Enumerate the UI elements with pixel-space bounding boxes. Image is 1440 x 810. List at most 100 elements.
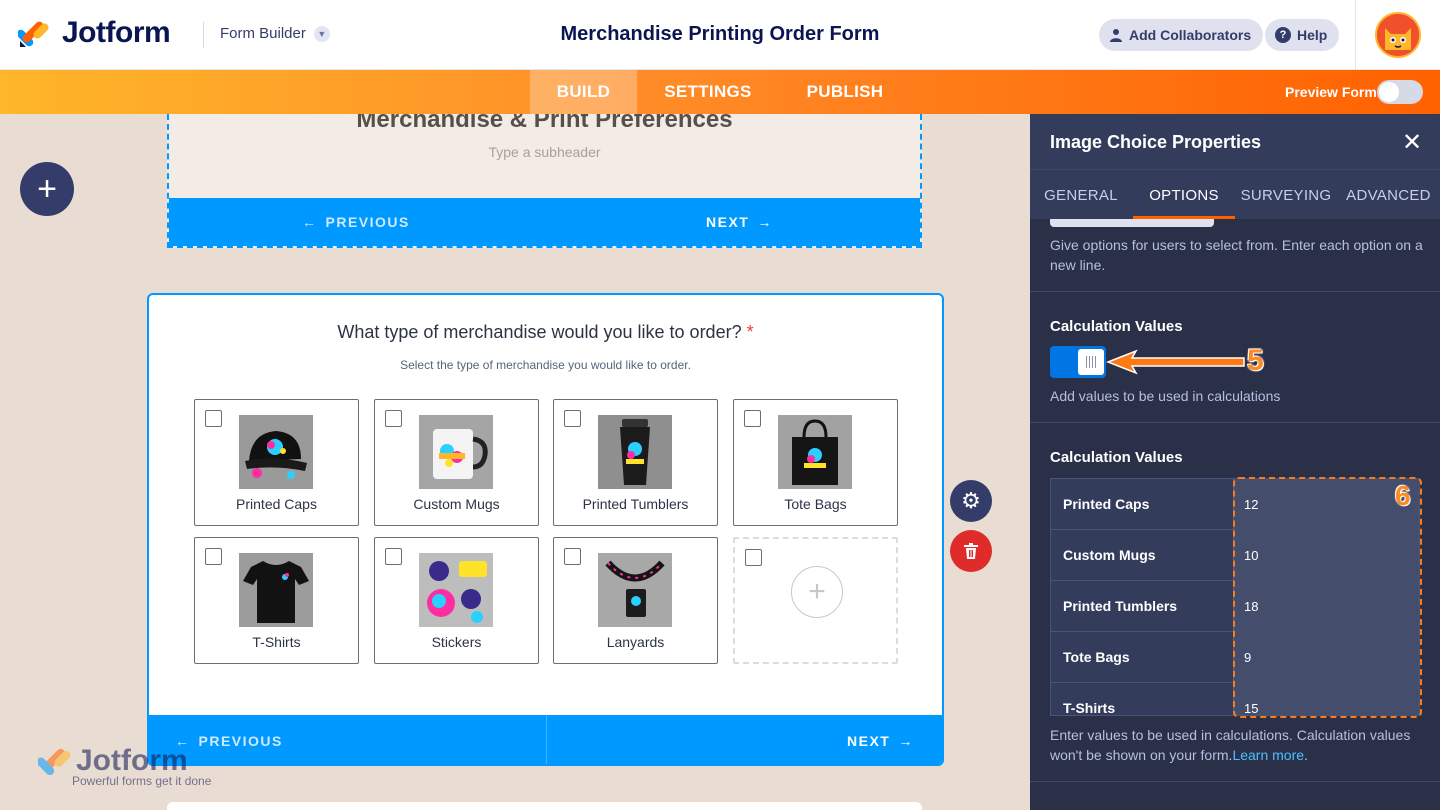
- preview-form-label: Preview Form: [1285, 84, 1377, 100]
- add-collaborators-button[interactable]: Add Collaborators: [1099, 19, 1264, 51]
- calc-option-name: Printed Tumblers: [1063, 598, 1178, 614]
- tab-publish[interactable]: PUBLISH: [795, 70, 895, 114]
- add-image-plus-icon[interactable]: +: [791, 566, 843, 618]
- calc-option-name: Tote Bags: [1063, 649, 1130, 665]
- next-field-card[interactable]: [167, 802, 922, 810]
- tab-build[interactable]: BUILD: [530, 70, 637, 114]
- image-choice-question[interactable]: What type of merchandise would you like …: [147, 293, 944, 766]
- add-collaborators-label: Add Collaborators: [1129, 27, 1252, 43]
- panel-title: Image Choice Properties: [1050, 132, 1262, 152]
- cap-image: [239, 415, 313, 489]
- jotform-logo-icon: [18, 21, 49, 47]
- question-nav-footer: ← PREVIOUS NEXT →: [149, 715, 942, 764]
- question-title[interactable]: What type of merchandise would you like …: [149, 322, 942, 343]
- question-subtitle[interactable]: Select the type of merchandise you would…: [149, 358, 942, 372]
- calc-toggle-hint: Add values to be used in calculations: [1050, 388, 1281, 404]
- subheader-placeholder[interactable]: Type a subheader: [169, 144, 920, 160]
- tab-advanced[interactable]: ADVANCED: [1337, 170, 1440, 220]
- form-builder-label: Form Builder: [220, 25, 306, 42]
- avatar[interactable]: [1375, 12, 1421, 58]
- gear-icon: ⚙: [961, 488, 981, 513]
- arrow-right-icon: →: [898, 732, 914, 749]
- page-header-card[interactable]: Merchandise & Print Preferences Type a s…: [167, 114, 922, 248]
- options-textarea-edge[interactable]: [1050, 219, 1214, 227]
- tab-options[interactable]: OPTIONS: [1133, 170, 1235, 220]
- next-button[interactable]: NEXT →: [706, 198, 773, 246]
- user-icon: [1110, 29, 1122, 42]
- top-bar: Jotform Form Builder ▼ Merchandise Print…: [0, 0, 1440, 70]
- help-button[interactable]: ? Help: [1265, 19, 1340, 51]
- tab-settings[interactable]: SETTINGS: [652, 70, 764, 114]
- plus-icon: +: [37, 169, 57, 208]
- trash-icon: [964, 543, 978, 559]
- divider: [1030, 422, 1440, 423]
- preview-form-toggle[interactable]: [1377, 80, 1423, 104]
- option-checkbox[interactable]: [564, 548, 581, 565]
- calculation-values-toggle[interactable]: [1050, 346, 1106, 378]
- jotform-logo[interactable]: Jotform: [18, 16, 171, 50]
- previous-label: PREVIOUS: [198, 732, 283, 749]
- option-stickers[interactable]: Stickers: [374, 537, 539, 664]
- option-checkbox[interactable]: [385, 410, 402, 427]
- option-checkbox[interactable]: [745, 549, 762, 566]
- page-nav-footer: ← PREVIOUS NEXT →: [169, 198, 920, 246]
- calc-values-hint-text: Enter values to be used in calculations.…: [1050, 727, 1411, 763]
- option-label: Stickers: [431, 634, 482, 650]
- option-printed-caps[interactable]: Printed Caps: [194, 399, 359, 526]
- previous-button[interactable]: ← PREVIOUS: [175, 715, 283, 764]
- close-icon[interactable]: ✕: [1402, 128, 1422, 157]
- divider: [1030, 291, 1440, 292]
- divider: [203, 22, 204, 48]
- option-checkbox[interactable]: [385, 548, 402, 565]
- toggle-knob: [1078, 349, 1104, 375]
- calc-values-title: Calculation Values: [1050, 449, 1183, 466]
- delete-field-button[interactable]: [950, 530, 992, 572]
- add-element-button[interactable]: +: [20, 162, 74, 216]
- option-checkbox[interactable]: [205, 548, 222, 565]
- calc-toggle-title: Calculation Values: [1050, 318, 1183, 335]
- footer-divider: [546, 715, 547, 764]
- annotation-step-5: 5: [1247, 344, 1264, 377]
- add-option-slot[interactable]: +: [733, 537, 898, 664]
- panel-tabs: GENERAL OPTIONS SURVEYING ADVANCED: [1030, 169, 1440, 219]
- divider: [1030, 781, 1440, 782]
- brand-name: Jotform: [62, 16, 171, 49]
- form-builder-dropdown[interactable]: Form Builder ▼: [220, 25, 330, 42]
- option-label: Printed Caps: [236, 496, 317, 512]
- calc-option-name: T-Shirts: [1063, 700, 1116, 716]
- form-title[interactable]: Merchandise Printing Order Form: [520, 23, 920, 46]
- tote-bag-image: [778, 415, 852, 489]
- option-lanyards[interactable]: Lanyards: [553, 537, 718, 664]
- divider: [1355, 0, 1356, 70]
- page-header-title[interactable]: Merchandise & Print Preferences: [169, 114, 920, 134]
- option-label: Custom Mugs: [413, 496, 500, 512]
- option-checkbox[interactable]: [564, 410, 581, 427]
- next-button[interactable]: NEXT →: [847, 715, 914, 764]
- calc-values-hint: Enter values to be used in calculations.…: [1050, 727, 1411, 763]
- tab-surveying[interactable]: SURVEYING: [1235, 170, 1337, 220]
- previous-button[interactable]: ← PREVIOUS: [302, 198, 410, 246]
- option-label: T-Shirts: [252, 634, 301, 650]
- learn-more-link[interactable]: Learn more: [1232, 747, 1304, 763]
- stickers-image: [419, 553, 493, 627]
- calc-option-name: Printed Caps: [1063, 496, 1150, 512]
- watermark-brand: Jotform: [76, 744, 188, 777]
- option-t-shirts[interactable]: T-Shirts: [194, 537, 359, 664]
- field-settings-button[interactable]: ⚙: [950, 480, 992, 522]
- tab-general[interactable]: GENERAL: [1030, 170, 1132, 220]
- option-checkbox[interactable]: [205, 410, 222, 427]
- option-label: Lanyards: [606, 634, 665, 650]
- option-printed-tumblers[interactable]: Printed Tumblers: [553, 399, 718, 526]
- option-custom-mugs[interactable]: Custom Mugs: [374, 399, 539, 526]
- option-label: Printed Tumblers: [582, 496, 689, 512]
- next-label: NEXT: [706, 214, 750, 230]
- required-mark: *: [746, 322, 754, 342]
- tshirt-image: [239, 553, 313, 627]
- chevron-down-icon: ▼: [313, 25, 330, 42]
- arrow-right-icon: →: [757, 214, 773, 230]
- option-label: Tote Bags: [784, 496, 847, 512]
- next-label: NEXT: [847, 732, 891, 749]
- options-hint: Give options for users to select from. E…: [1050, 237, 1423, 273]
- option-checkbox[interactable]: [744, 410, 761, 427]
- option-tote-bags[interactable]: Tote Bags: [733, 399, 898, 526]
